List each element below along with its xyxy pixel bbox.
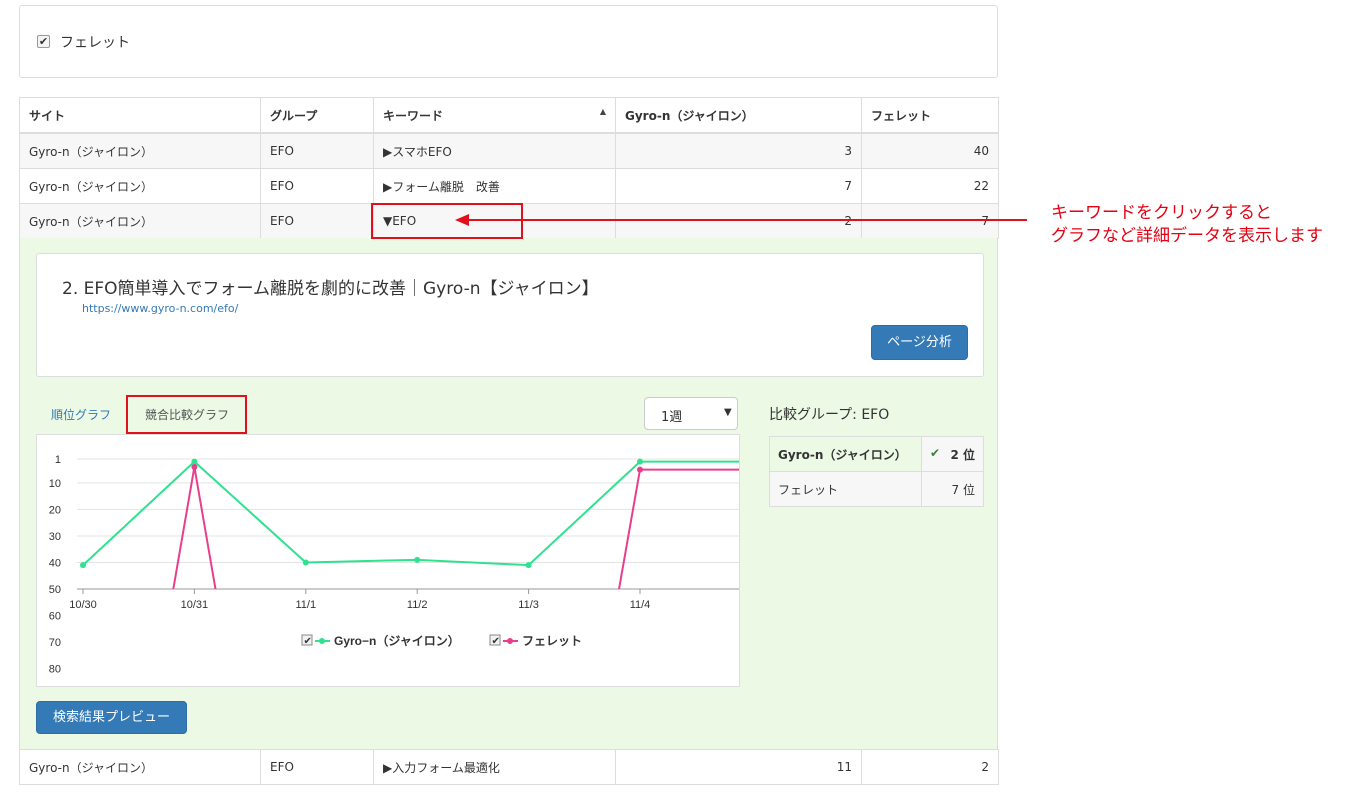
compare-row: フェレット 7 位 xyxy=(769,471,984,507)
legend-label: フェレット xyxy=(522,634,582,648)
period-select[interactable]: 1週 ▼ xyxy=(644,397,738,430)
legend-check-icon: ✔ xyxy=(304,636,312,647)
cell-ferret-rank: 2 xyxy=(861,749,999,785)
keyword-table-continued: Gyro-n（ジャイロン） EFO ▶入力フォーム最適化 11 2 xyxy=(19,749,999,785)
page-title: 2. EFO簡単導入でフォーム離脱を劇的に改善｜Gyro-n【ジャイロン】 xyxy=(62,279,599,299)
annotation-text: キーワードをクリックすると グラフなど詳細データを表示します xyxy=(1051,202,1323,248)
compare-tab-highlight-box xyxy=(126,395,247,434)
y-tick-label: 10 xyxy=(49,478,61,490)
y-tick-label: 40 xyxy=(49,557,61,569)
annotation-arrow-icon xyxy=(455,214,1027,226)
x-tick-label: 10/30 xyxy=(69,599,97,611)
data-point xyxy=(525,562,532,569)
cell-site: Gyro-n（ジャイロン） xyxy=(19,168,261,204)
cell-group: EFO xyxy=(260,749,374,785)
col-header-site[interactable]: サイト xyxy=(19,97,261,134)
cell-gyro-rank: 7 xyxy=(615,168,862,204)
series-line xyxy=(172,466,739,589)
data-point xyxy=(191,463,198,470)
legend-check-icon: ✔ xyxy=(492,636,500,647)
y-tick-label: 1 xyxy=(55,454,61,466)
data-point xyxy=(637,458,643,465)
cell-gyro-rank: 3 xyxy=(615,132,862,169)
x-tick-label: 10/31 xyxy=(181,599,209,611)
legend-marker xyxy=(507,638,513,644)
table-row: Gyro-n（ジャイロン） EFO ▶入力フォーム最適化 11 2 xyxy=(19,749,999,785)
cell-keyword-link[interactable]: ▶フォーム離脱 改善 xyxy=(373,168,616,204)
sort-ascending-icon: ▲ xyxy=(599,106,606,116)
filter-panel: ✔ フェレット xyxy=(19,5,998,78)
compare-rank-table: Gyro-n（ジャイロン） ✔ 2 位 フェレット 7 位 xyxy=(769,436,984,507)
compare-chart: 1 10 20 30 40 50 60 70 80 10/30 10/31 11/1 11/2 11/3 1… xyxy=(36,434,740,687)
compare-rank: 7 位 xyxy=(921,471,984,507)
col-header-keyword-label: キーワード xyxy=(383,108,444,123)
legend-marker xyxy=(319,638,325,644)
tab-rank-graph[interactable]: 順位グラフ xyxy=(51,406,111,423)
compare-site: フェレット xyxy=(769,471,922,507)
y-tick-label: 50 xyxy=(49,584,61,596)
cell-group: EFO xyxy=(260,203,374,239)
col-header-keyword[interactable]: キーワード ▲ xyxy=(373,97,616,134)
ferret-filter-label: フェレット xyxy=(60,35,130,51)
cell-site: Gyro-n（ジャイロン） xyxy=(19,203,261,239)
annotation-line-1: キーワードをクリックすると xyxy=(1051,203,1272,223)
x-tick-label: 11/4 xyxy=(630,599,651,611)
cell-ferret-rank: 22 xyxy=(861,168,999,204)
data-point xyxy=(191,458,198,465)
compare-group-label: 比較グループ: EFO xyxy=(769,407,890,423)
search-preview-button[interactable]: 検索結果プレビュー xyxy=(36,701,187,734)
compare-site: Gyro-n（ジャイロン） xyxy=(769,436,922,472)
legend-label: Gyro−n（ジャイロン） xyxy=(334,633,460,648)
page-url-link[interactable]: https://www.gyro-n.com/efo/ xyxy=(82,302,238,315)
compare-chart-svg: 1 10 20 30 40 50 60 70 80 10/30 10/31 11/1 11/2 11/3 1… xyxy=(49,454,739,676)
cell-keyword-link[interactable]: ▶入力フォーム最適化 xyxy=(373,749,616,785)
y-tick-label: 70 xyxy=(49,637,61,649)
compare-rank: 2 位 xyxy=(950,447,975,462)
y-tick-label: 60 xyxy=(49,611,61,623)
cell-ferret-rank: 40 xyxy=(861,132,999,169)
series-line xyxy=(82,460,739,567)
data-point xyxy=(414,556,421,563)
col-header-gyro[interactable]: Gyro-n（ジャイロン） xyxy=(615,97,862,134)
chevron-down-icon: ▼ xyxy=(724,407,732,418)
table-header-row: サイト グループ キーワード ▲ Gyro-n（ジャイロン） フェレット xyxy=(19,97,999,134)
compare-rank-cell: ✔ 2 位 xyxy=(921,436,984,472)
keyword-detail-panel: 2. EFO簡単導入でフォーム離脱を劇的に改善｜Gyro-n【ジャイロン】 ht… xyxy=(19,238,998,749)
page-analysis-button[interactable]: ページ分析 xyxy=(871,325,968,360)
x-tick-label: 11/3 xyxy=(518,599,539,611)
compare-row: Gyro-n（ジャイロン） ✔ 2 位 xyxy=(769,436,984,472)
y-tick-label: 20 xyxy=(49,504,61,516)
cell-keyword-link[interactable]: ▶スマホEFO xyxy=(373,132,616,169)
x-tick-label: 11/1 xyxy=(296,599,317,611)
x-tick-label: 11/2 xyxy=(407,599,428,611)
annotation-line-2: グラフなど詳細データを表示します xyxy=(1051,226,1323,246)
page-info-card: 2. EFO簡単導入でフォーム離脱を劇的に改善｜Gyro-n【ジャイロン】 ht… xyxy=(36,253,984,377)
period-select-value: 1週 xyxy=(661,410,683,425)
y-tick-label: 80 xyxy=(49,664,61,676)
check-icon: ✔ xyxy=(930,445,941,460)
cell-group: EFO xyxy=(260,132,374,169)
data-point xyxy=(637,466,643,473)
data-point xyxy=(302,559,309,566)
cell-group: EFO xyxy=(260,168,374,204)
col-header-ferret[interactable]: フェレット xyxy=(861,97,999,134)
data-point xyxy=(80,562,86,569)
y-tick-label: 30 xyxy=(49,531,61,543)
table-row: Gyro-n（ジャイロン） EFO ▶スマホEFO 3 40 xyxy=(19,132,999,169)
col-header-group[interactable]: グループ xyxy=(260,97,374,134)
cell-site: Gyro-n（ジャイロン） xyxy=(19,749,261,785)
table-row: Gyro-n（ジャイロン） EFO ▶フォーム離脱 改善 7 22 xyxy=(19,168,999,204)
cell-site: Gyro-n（ジャイロン） xyxy=(19,132,261,169)
ferret-filter-checkbox[interactable]: ✔ xyxy=(37,35,50,48)
cell-gyro-rank: 11 xyxy=(615,749,862,785)
